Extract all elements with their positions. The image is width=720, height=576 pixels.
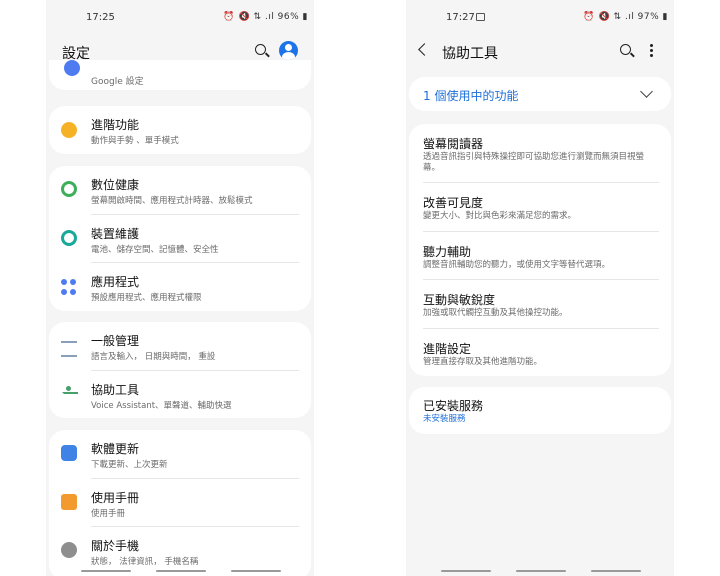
info-icon — [61, 542, 77, 558]
list-item-user-manual[interactable]: 使用手冊 使用手冊 — [49, 479, 311, 527]
settings-group: 一般管理 語言及輸入， 日期與時間， 重設 協助工具 Voice Assista… — [49, 322, 311, 418]
list-item-title: 裝置維護 — [91, 227, 140, 241]
list-item-subtitle: 螢幕開啟時間、應用程式計時器、放鬆模式 — [91, 196, 253, 206]
list-item-apps[interactable]: 應用程式 預設應用程式、應用程式權限 — [49, 263, 311, 311]
list-item-title: 已安裝服務 — [423, 399, 484, 413]
gallery-icon — [476, 13, 485, 21]
nav-bar-home[interactable] — [516, 570, 566, 572]
list-item-title: 進階設定 — [423, 342, 472, 356]
list-item-software-update[interactable]: 軟體更新 下載更新、上次更新 — [49, 430, 311, 478]
search-icon[interactable] — [620, 44, 631, 55]
list-item-subtitle: 管理直接存取及其他進階功能。 — [423, 357, 543, 367]
settings-group: 軟體更新 下載更新、上次更新 使用手冊 使用手冊 關於手機 狀態， 法律資訊， … — [49, 430, 311, 576]
list-item-device-care[interactable]: 裝置維護 電池、儲存空間、記憶體、安全性 — [49, 215, 311, 263]
status-icons: ⏰ 🔇 ⇅ .ıl 96% ▮ — [223, 12, 308, 22]
list-item-title: 關於手機 — [91, 539, 140, 553]
nav-bar-back[interactable] — [231, 570, 281, 572]
list-item-title: 軟體更新 — [91, 442, 140, 456]
status-time: 17:25 — [86, 12, 115, 23]
avatar[interactable] — [279, 41, 298, 60]
user-manual-icon — [61, 494, 77, 510]
list-item-title: 一般管理 — [91, 334, 140, 348]
search-icon[interactable] — [255, 44, 266, 55]
nav-bar-back[interactable] — [591, 570, 641, 572]
list-item-subtitle: 狀態， 法律資訊， 手機名稱 — [91, 557, 199, 567]
list-item-general-management[interactable]: 一般管理 語言及輸入， 日期與時間， 重設 — [49, 322, 311, 370]
nav-bar-recents[interactable] — [81, 570, 131, 572]
list-item-digital-wellbeing[interactable]: 數位健康 螢幕開啟時間、應用程式計時器、放鬆模式 — [49, 166, 311, 214]
sliders-icon — [61, 341, 77, 357]
list-item-title: 進階功能 — [91, 118, 140, 132]
list-item-subtitle: 電池、儲存空間、記憶體、安全性 — [91, 245, 219, 255]
digital-wellbeing-icon — [61, 181, 77, 197]
list-item-subtitle: 未安裝服務 — [423, 414, 466, 424]
page-title: 協助工具 — [442, 46, 498, 62]
nav-bar-recents[interactable] — [441, 570, 491, 572]
list-item-advanced-settings[interactable]: 進階設定 管理直接存取及其他進階功能。 — [409, 329, 671, 376]
list-item-subtitle: Google 設定 — [91, 77, 144, 87]
nav-bar-home[interactable] — [156, 570, 206, 572]
list-item-subtitle: 加強或取代觸控互動及其他操控功能。 — [423, 308, 568, 318]
chevron-down-icon[interactable] — [640, 85, 653, 98]
list-item-installed-services[interactable]: 已安裝服務 未安裝服務 — [409, 387, 671, 434]
list-item-subtitle: 使用手冊 — [91, 509, 126, 519]
accessibility-group: 螢幕閱讀器 透過音訊指引與特殊操控即可協助您進行瀏覽而無須目視螢幕。 改善可見度… — [409, 124, 671, 376]
list-item-about-phone[interactable]: 關於手機 狀態， 法律資訊， 手機名稱 — [49, 527, 311, 575]
status-icons: ⏰ 🔇 ⇅ .ıl 97% ▮ — [583, 12, 668, 22]
settings-group: 數位健康 螢幕開啟時間、應用程式計時器、放鬆模式 裝置維護 電池、儲存空間、記憶… — [49, 166, 311, 311]
list-item-subtitle: 預設應用程式、應用程式權限 — [91, 293, 202, 303]
google-icon — [64, 60, 80, 76]
list-item-subtitle: 語言及輸入， 日期與時間， 重設 — [91, 352, 216, 362]
settings-group: 進階功能 動作與手勢 、單手模式 — [49, 106, 311, 154]
list-item-screen-reader[interactable]: 螢幕閱讀器 透過音訊指引與特殊操控即可協助您進行瀏覽而無須目視螢幕。 — [409, 124, 671, 182]
status-bar: 17:27 ⏰ 🔇 ⇅ .ıl 97% ▮ — [406, 10, 674, 26]
advanced-features-icon — [61, 122, 77, 138]
in-use-features-label: 1 個使用中的功能 — [423, 89, 519, 103]
list-item-subtitle: 透過音訊指引與特殊操控即可協助您進行瀏覽而無須目視螢幕。 — [423, 152, 645, 173]
list-item-subtitle: 下載更新、上次更新 — [91, 460, 168, 470]
list-item-interaction[interactable]: 互動與敏銳度 加強或取代觸控互動及其他操控功能。 — [409, 280, 671, 328]
accessibility-icon — [61, 386, 78, 402]
back-icon[interactable] — [418, 43, 431, 56]
installed-services-card[interactable]: 已安裝服務 未安裝服務 — [409, 387, 671, 434]
google-settings-card[interactable]: Google 設定 — [49, 60, 311, 90]
list-item-title: 螢幕閱讀器 — [423, 137, 484, 151]
list-item-accessibility[interactable]: 協助工具 Voice Assistant、單聲道、輔助快選 — [49, 371, 311, 418]
list-item-subtitle: 動作與手勢 、單手模式 — [91, 136, 179, 146]
list-item-subtitle: Voice Assistant、單聲道、輔助快選 — [91, 401, 232, 411]
list-item-title: 聽力輔助 — [423, 245, 472, 259]
list-item-hearing[interactable]: 聽力輔助 調整音訊輔助您的聽力，或使用文字等替代選項。 — [409, 232, 671, 280]
status-bar: 17:25 ⏰ 🔇 ⇅ .ıl 96% ▮ — [46, 10, 314, 26]
accessibility-screen: 17:27 ⏰ 🔇 ⇅ .ıl 97% ▮ 協助工具 1 個使用中的功能 螢幕閱… — [406, 0, 674, 576]
in-use-features-card[interactable]: 1 個使用中的功能 — [409, 77, 671, 111]
more-options-icon[interactable] — [650, 44, 653, 58]
list-item-title: 應用程式 — [91, 275, 140, 289]
app-bar: 協助工具 — [406, 38, 674, 64]
list-item-title: 改善可見度 — [423, 196, 484, 210]
list-item-title: 互動與敏銳度 — [423, 293, 496, 307]
software-update-icon — [61, 445, 77, 461]
list-item-title: 使用手冊 — [91, 491, 140, 505]
list-item-subtitle: 調整音訊輔助您的聽力，或使用文字等替代選項。 — [423, 260, 611, 270]
status-time: 17:27 — [446, 12, 475, 23]
apps-icon — [61, 279, 77, 295]
list-item-visibility[interactable]: 改善可見度 變更大小、對比與色彩來滿足您的需求。 — [409, 183, 671, 231]
settings-screen: 17:25 ⏰ 🔇 ⇅ .ıl 96% ▮ 設定 Google 設定 進階功能 … — [46, 0, 314, 576]
list-item-title: 數位健康 — [91, 178, 140, 192]
list-item-title: 協助工具 — [91, 383, 140, 397]
list-item-advanced-features[interactable]: 進階功能 動作與手勢 、單手模式 — [49, 106, 311, 154]
list-item-subtitle: 變更大小、對比與色彩來滿足您的需求。 — [423, 211, 577, 221]
device-care-icon — [61, 230, 77, 246]
